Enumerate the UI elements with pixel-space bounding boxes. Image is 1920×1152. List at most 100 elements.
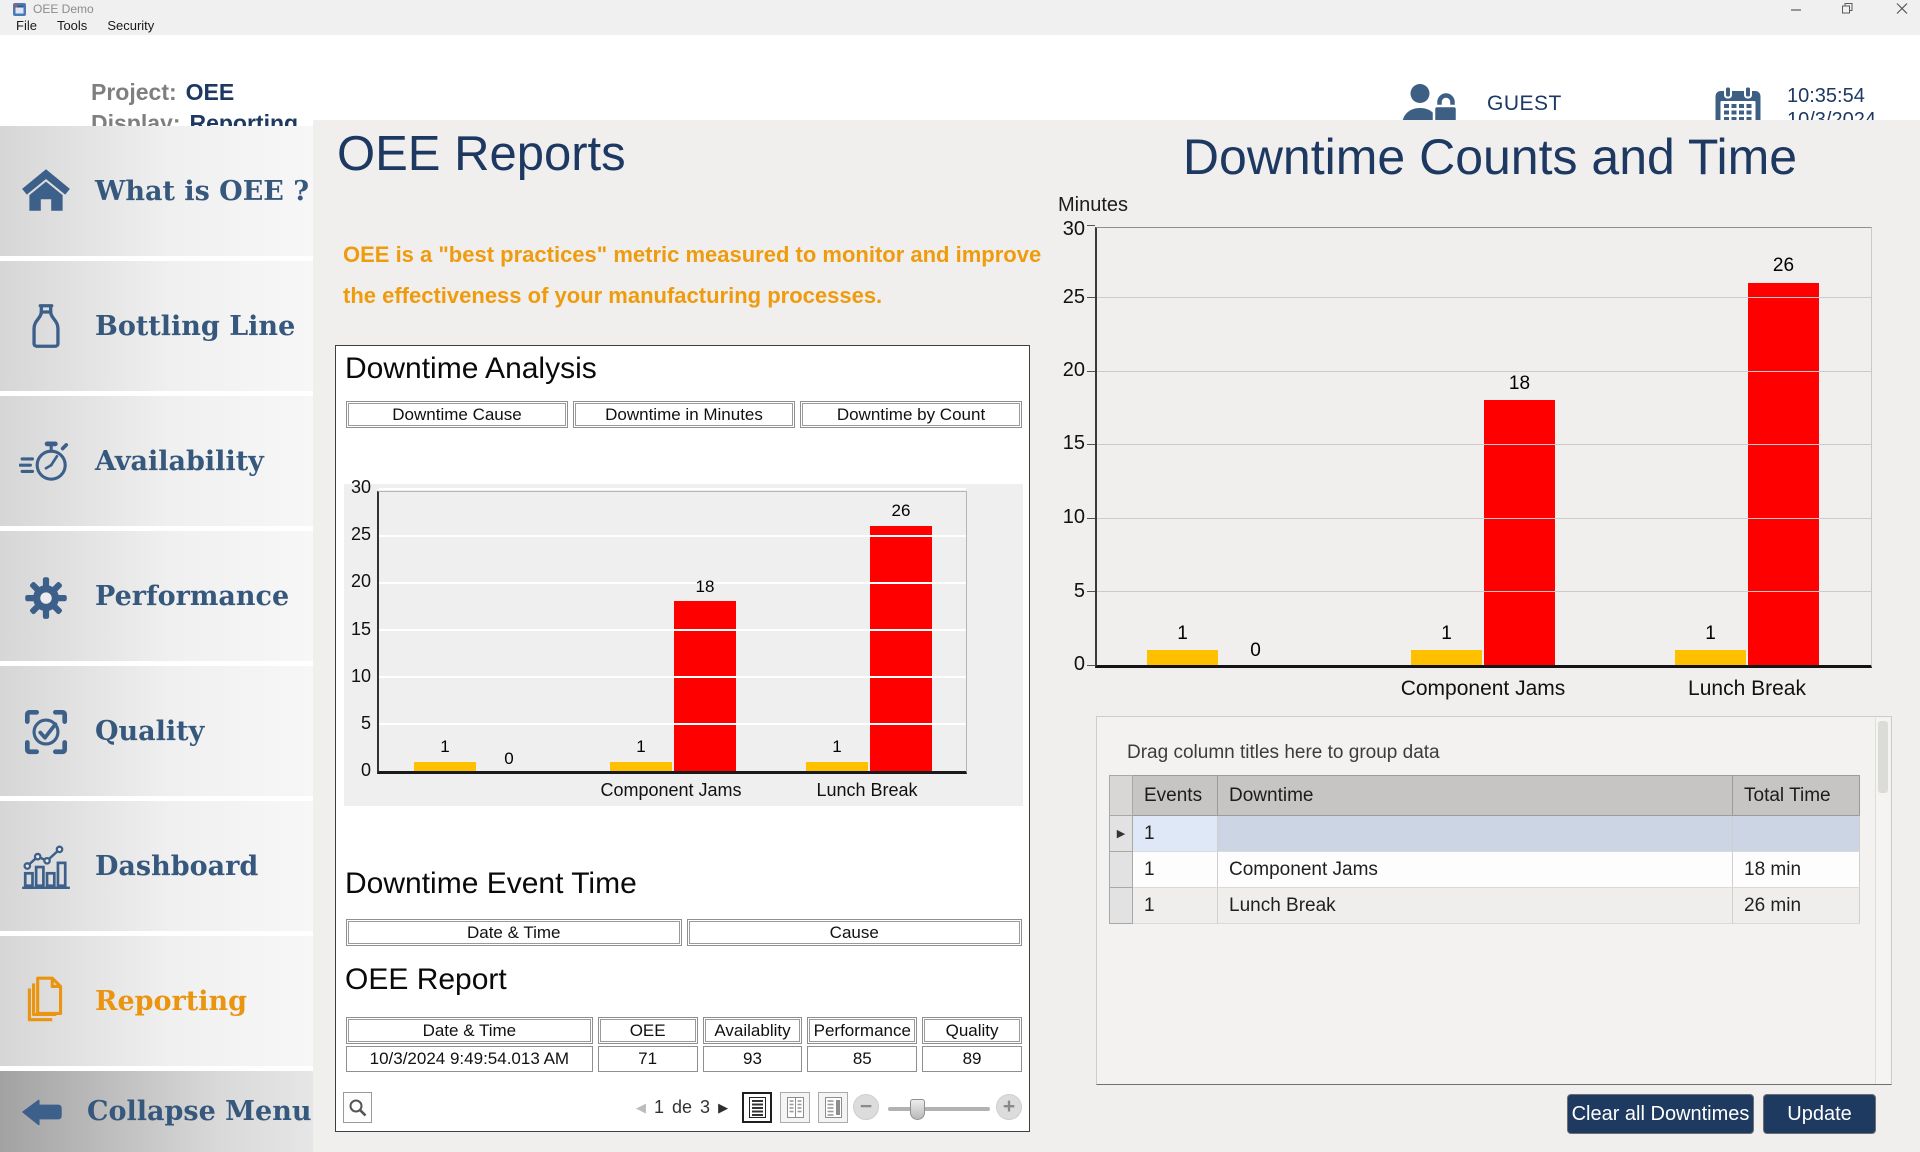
x-category-label: Lunch Break: [1597, 677, 1897, 701]
grid-scrollbar-thumb[interactable]: [1878, 721, 1888, 793]
zoom-slider-thumb[interactable]: [910, 1099, 925, 1120]
bar-count-component-jams: [610, 762, 672, 771]
project-label: Project:: [91, 79, 177, 105]
column-header: Cause: [687, 919, 1023, 946]
next-page-icon[interactable]: ▶: [718, 1100, 728, 1116]
downtime-analysis-plot: 0 5 10 15 20 25 30 1 0 1 18 1 26: [377, 491, 967, 774]
row-selector[interactable]: [1109, 852, 1133, 888]
menu-tools[interactable]: Tools: [47, 18, 97, 35]
bar-count-blank: [414, 762, 476, 771]
x-category-label: Component Jams: [561, 780, 781, 801]
y-tick: 5: [347, 713, 371, 734]
report-section-title-oee-report: OEE Report: [345, 963, 507, 997]
bar-minutes-component-jams: [674, 601, 736, 771]
book-view-icon: [825, 1097, 842, 1118]
sidebar-item-label: Performance: [95, 581, 289, 612]
cell-total-time: [1733, 816, 1860, 852]
bar-chart-icon: [19, 839, 73, 893]
sidebar-item-label: Dashboard: [95, 851, 258, 882]
page-title: OEE Reports: [337, 126, 626, 182]
downtime-counts-plot: 0 5 10 15 20 25 30 1 0 1 18 1 26 Compone…: [1095, 227, 1872, 668]
zoom-in-button[interactable]: +: [996, 1094, 1022, 1120]
bar-value-label: 0: [1220, 640, 1291, 662]
previous-page-icon[interactable]: ◀: [636, 1100, 646, 1116]
grid-column-events[interactable]: Events: [1133, 775, 1218, 816]
sidebar-item-bottling-line[interactable]: Bottling Line: [0, 261, 313, 391]
documents-icon: [19, 974, 73, 1028]
oee-description-line2: the effectiveness of your manufacturing …: [343, 275, 1043, 316]
y-tick: 0: [1049, 653, 1085, 676]
sidebar-item-dashboard[interactable]: Dashboard: [0, 801, 313, 931]
home-icon: [19, 164, 73, 218]
search-button[interactable]: [343, 1092, 372, 1123]
row-selector[interactable]: [1109, 888, 1133, 924]
sidebar-item-what-is-oee[interactable]: What is OEE ?: [0, 126, 313, 256]
sidebar-item-collapse-menu[interactable]: Collapse Menu: [0, 1071, 313, 1152]
column-header: Downtime Cause: [346, 401, 568, 428]
sidebar-item-label: What is OEE ?: [95, 176, 309, 207]
single-page-view-button[interactable]: [742, 1092, 772, 1123]
y-tick: 15: [347, 619, 371, 640]
clear-all-downtimes-button[interactable]: Clear all Downtimes: [1567, 1094, 1754, 1134]
y-tick: 0: [347, 760, 371, 781]
sidebar-item-quality[interactable]: Quality: [0, 666, 313, 796]
page-current: 1: [654, 1097, 664, 1118]
window-title: OEE Demo: [33, 2, 94, 16]
sidebar-item-performance[interactable]: Performance: [0, 531, 313, 661]
bar-value-label: 1: [1411, 623, 1482, 645]
oee-description: OEE is a "best practices" metric measure…: [343, 234, 1043, 316]
bar-minutes-component-jams: [1484, 400, 1555, 665]
grid-row[interactable]: 1 Lunch Break 26 min: [1109, 888, 1860, 924]
zoom-slider[interactable]: [888, 1107, 990, 1111]
column-header: Downtime in Minutes: [573, 401, 795, 428]
y-tick: 15: [1049, 432, 1085, 455]
menu-file[interactable]: File: [6, 18, 47, 35]
grid-row[interactable]: ▶ 1: [1109, 816, 1860, 852]
gear-icon: [19, 569, 73, 623]
cell-quality: 89: [922, 1046, 1022, 1072]
cell-downtime: Lunch Break: [1218, 888, 1733, 924]
cell-total-time: 18 min: [1733, 852, 1860, 888]
grid-row[interactable]: 1 Component Jams 18 min: [1109, 852, 1860, 888]
y-tick: 30: [347, 477, 371, 498]
column-header: Quality: [922, 1017, 1022, 1044]
y-tick: 30: [1049, 218, 1085, 241]
oee-report-header-row: Date & Time OEE Availablity Performance …: [346, 1017, 1022, 1044]
grid-column-downtime[interactable]: Downtime: [1218, 775, 1733, 816]
column-header: Date & Time: [346, 1017, 593, 1044]
sidebar-item-label: Quality: [95, 716, 204, 747]
bar-count-blank: [1147, 650, 1218, 665]
quality-check-icon: [19, 704, 73, 758]
column-header: Availablity: [703, 1017, 803, 1044]
cell-total-time: 26 min: [1733, 888, 1860, 924]
report-section-title-downtime-event-time: Downtime Event Time: [345, 867, 637, 901]
sidebar-item-reporting[interactable]: Reporting: [0, 936, 313, 1066]
zoom-out-button[interactable]: −: [853, 1094, 879, 1120]
update-button[interactable]: Update: [1763, 1094, 1876, 1134]
y-tick: 25: [1049, 286, 1085, 309]
grid-scrollbar[interactable]: [1875, 718, 1890, 1084]
y-tick: 20: [347, 571, 371, 592]
menu-security[interactable]: Security: [97, 18, 164, 35]
page-total: 3: [700, 1097, 710, 1118]
cell-availability: 93: [703, 1046, 803, 1072]
y-tick: 20: [1049, 359, 1085, 382]
user-name[interactable]: GUEST: [1487, 92, 1562, 116]
bar-value-label: 1: [806, 737, 868, 757]
x-category-label: Component Jams: [1333, 677, 1633, 701]
bottle-icon: [19, 299, 73, 353]
book-view-button[interactable]: [818, 1092, 848, 1123]
report-viewer: Downtime Analysis Downtime Cause Downtim…: [335, 345, 1030, 1132]
minimize-button[interactable]: [1786, 2, 1806, 16]
row-selector-header: [1109, 775, 1133, 816]
right-chart-title: Downtime Counts and Time: [1105, 128, 1875, 186]
close-button[interactable]: [1892, 2, 1912, 16]
sidebar-item-availability[interactable]: Availability: [0, 396, 313, 526]
cell-events: 1: [1133, 888, 1218, 924]
app-header: Project:OEE Display:Reporting GUEST 10:3…: [0, 35, 1920, 120]
restore-button[interactable]: [1838, 2, 1858, 16]
grid-column-total-time[interactable]: Total Time: [1733, 775, 1860, 816]
column-header: Date & Time: [346, 919, 682, 946]
row-selector[interactable]: ▶: [1109, 816, 1133, 852]
two-page-view-button[interactable]: [780, 1092, 810, 1123]
